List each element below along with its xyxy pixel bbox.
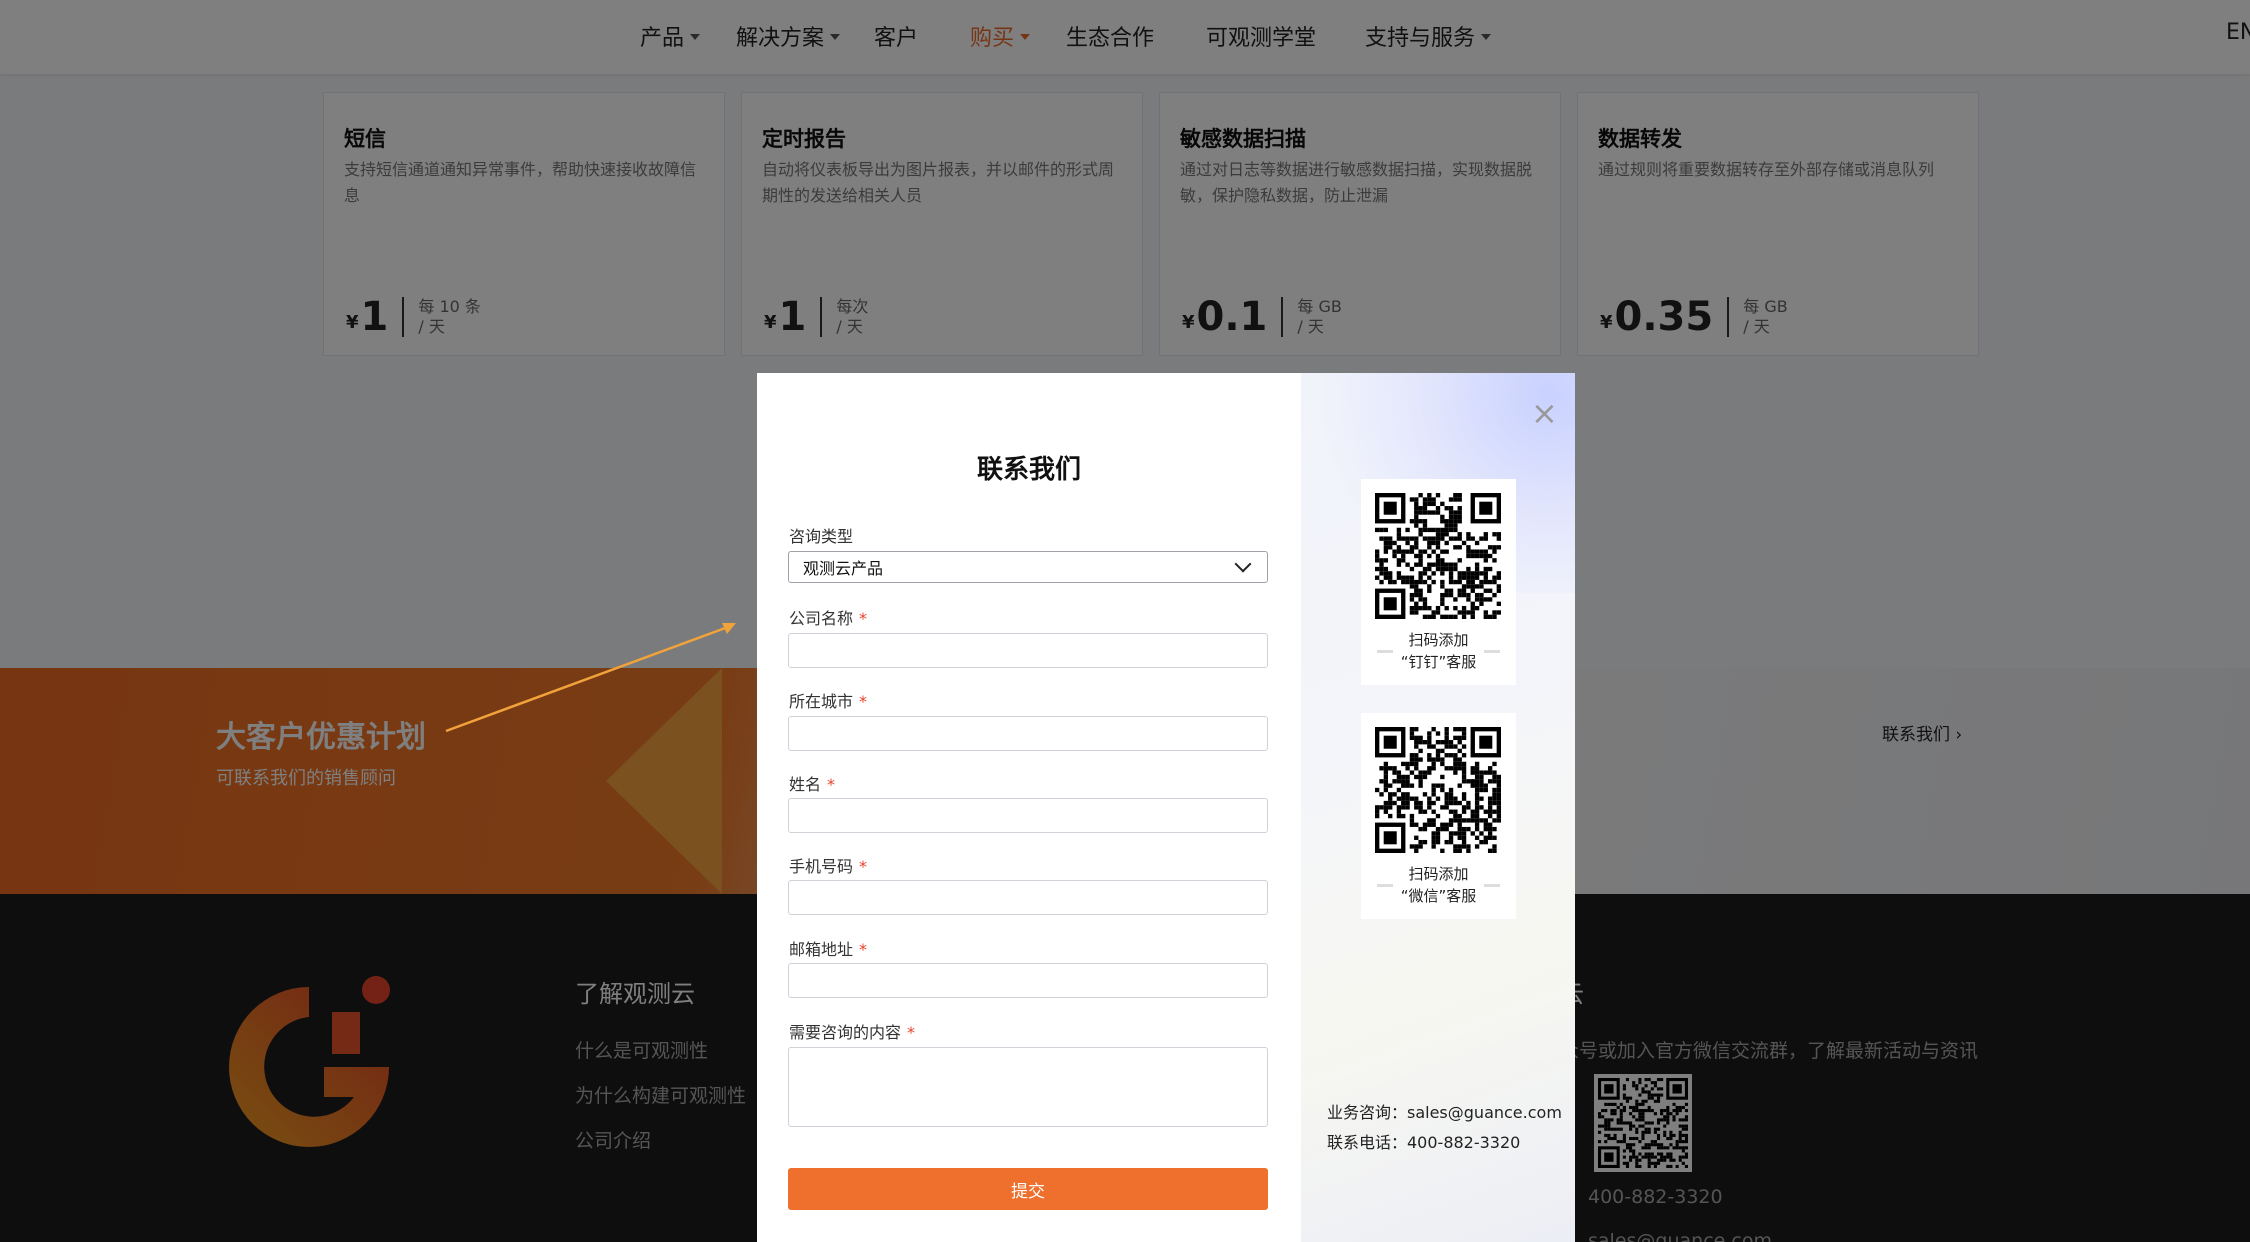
phone-label: 手机号码 * <box>789 857 868 876</box>
contact-form: 联系我们 咨询类型 观测云产品 公司名称 * 所在城市 * 姓名 * 手机号码 * 邮箱… <box>757 373 1301 1242</box>
inquiry-content-textarea[interactable] <box>788 1047 1268 1127</box>
dingtalk-qr-card: 扫码添加 “钉钉”客服 <box>1361 479 1516 685</box>
phone-input[interactable] <box>788 880 1268 915</box>
wechat-qr-code <box>1375 727 1501 853</box>
submit-button[interactable]: 提交 <box>788 1168 1268 1210</box>
close-icon[interactable]: × <box>1531 397 1558 429</box>
wechat-qr-card: 扫码添加 “微信”客服 <box>1361 713 1516 919</box>
contact-us-modal: 联系我们 咨询类型 观测云产品 公司名称 * 所在城市 * 姓名 * 手机号码 * 邮箱… <box>757 373 1575 1242</box>
modal-title: 联系我们 <box>976 455 1081 485</box>
qr-caption: 扫码添加 “钉钉”客服 <box>1400 631 1477 671</box>
sales-phone-line: 联系电话：400-882-3320 <box>1327 1133 1521 1152</box>
company-name-input[interactable] <box>788 633 1268 668</box>
email-input[interactable] <box>788 963 1268 998</box>
company-name-label: 公司名称 * <box>789 609 868 628</box>
contact-side-panel: × 扫码添加 “钉钉”客服 扫码添加 “微信”客服 业务咨询：sales@guanc… <box>1301 373 1575 1242</box>
inquiry-type-label: 咨询类型 <box>789 527 854 546</box>
name-input[interactable] <box>788 798 1268 833</box>
city-input[interactable] <box>788 716 1268 751</box>
inquiry-type-select[interactable]: 观测云产品 <box>788 551 1268 583</box>
name-label: 姓名 * <box>789 775 836 794</box>
sales-email-line: 业务咨询：sales@guance.com <box>1327 1103 1562 1122</box>
city-label: 所在城市 * <box>789 692 868 711</box>
qr-caption: 扫码添加 “微信”客服 <box>1400 865 1477 905</box>
dingtalk-qr-code <box>1375 493 1501 619</box>
chevron-down-icon <box>1234 555 1252 573</box>
email-label: 邮箱地址 * <box>789 940 868 959</box>
inquiry-content-label: 需要咨询的内容 * <box>789 1023 916 1042</box>
